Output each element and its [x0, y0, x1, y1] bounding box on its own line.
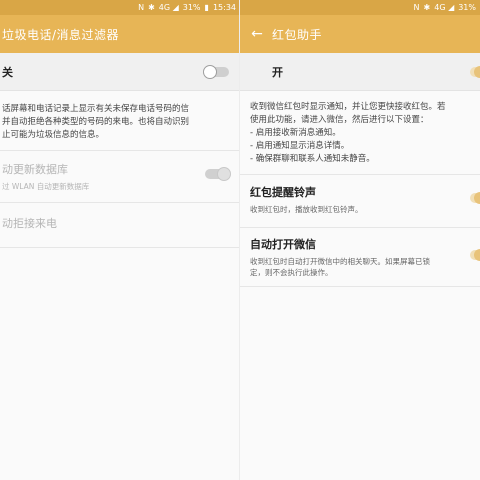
auto-open-switch[interactable]	[470, 249, 480, 261]
description-line: - 启用接收新消息通知。	[250, 128, 341, 138]
screen: N ✱ 4G ◢ 31% ▮ 15:34 垃圾电话/消息过滤器 关 话屏幕和电话…	[0, 0, 480, 480]
description-line: 话屏幕和电话记录上显示有关未保存电话号码的信	[2, 104, 190, 114]
switch-knob	[203, 65, 217, 79]
description-line: - 确保群聊和联系人通知未静音。	[250, 154, 375, 164]
master-toggle-row[interactable]: 开	[240, 53, 480, 91]
description-line: 并自动拒绝各种类型的号码的来电。也将自动识别	[2, 117, 190, 127]
description: 话屏幕和电话记录上显示有关未保存电话号码的信 并自动拒绝各种类型的号码的来电。也…	[0, 91, 240, 150]
auto-open-wechat-row[interactable]: 自动打开微信 收到红包时自动打开微信中的相关聊天。如果屏幕已锁 定，则不会执行此…	[240, 227, 480, 287]
auto-open-title: 自动打开微信	[250, 238, 316, 251]
ringtone-row[interactable]: 红包提醒铃声 收到红包时，播放收到红包铃声。	[240, 174, 480, 227]
battery-percent: 31%	[458, 3, 476, 12]
ringtone-title: 红包提醒铃声	[250, 186, 316, 199]
red-packet-assistant-screen: N ✱ 4G ◢ 31% ← 红包助手 开 收到微信红包时显示通知，并让您更快接…	[240, 0, 480, 480]
auto-open-subtitle: 收到红包时自动打开微信中的相关聊天。如果屏幕已锁 定，则不会执行此操作。	[250, 256, 480, 278]
auto-open-subtitle-line: 定，则不会执行此操作。	[250, 268, 333, 277]
battery-icon: ▮	[204, 3, 209, 12]
switch-knob	[474, 66, 480, 78]
auto-update-subtitle: 过 WLAN 自动更新数据库	[2, 182, 90, 191]
description-line: - 启用通知显示消息详情。	[250, 141, 350, 151]
back-arrow-icon[interactable]: ←	[242, 26, 272, 42]
status-bar: N ✱ 4G ◢ 31% ▮ 15:34	[0, 0, 240, 15]
status-bar: N ✱ 4G ◢ 31%	[240, 0, 480, 15]
spam-filter-screen: N ✱ 4G ◢ 31% ▮ 15:34 垃圾电话/消息过滤器 关 话屏幕和电话…	[0, 0, 240, 480]
signal-icon: 4G ◢	[434, 3, 455, 12]
description-line: 止可能为垃圾信息的信息。	[2, 130, 105, 140]
app-bar: 垃圾电话/消息过滤器	[0, 15, 240, 53]
switch-knob	[474, 192, 480, 204]
description: 收到微信红包时显示通知，并让您更快接收红包。若 使用此功能，请进入微信，然后进行…	[240, 91, 480, 174]
master-toggle-switch[interactable]	[470, 66, 480, 78]
wifi-icon: ✱	[423, 3, 431, 12]
master-toggle-label: 关	[2, 65, 13, 79]
page-title: 垃圾电话/消息过滤器	[2, 27, 120, 42]
master-toggle-label: 开	[272, 65, 283, 79]
master-toggle-row[interactable]: 关	[0, 53, 240, 91]
description-line: 使用此功能，请进入微信，然后进行以下设置：	[250, 115, 429, 125]
page-title: 红包助手	[272, 27, 323, 42]
app-bar: ← 红包助手	[240, 15, 480, 53]
nfc-icon: N	[138, 3, 145, 12]
description-line: 收到微信红包时显示通知，并让您更快接收红包。若	[250, 102, 446, 112]
signal-icon: 4G ◢	[158, 3, 179, 12]
auto-update-database-row[interactable]: 动更新数据库 过 WLAN 自动更新数据库	[0, 150, 240, 202]
ringtone-switch[interactable]	[470, 192, 480, 204]
auto-reject-calls-row[interactable]: 动拒接来电	[0, 202, 240, 248]
battery-percent: 31%	[182, 3, 201, 12]
clock: 15:34	[212, 3, 236, 12]
ringtone-subtitle: 收到红包时，播放收到红包铃声。	[250, 205, 363, 214]
master-toggle-switch[interactable]	[203, 65, 229, 79]
auto-update-switch[interactable]	[205, 167, 231, 181]
switch-knob	[474, 249, 480, 261]
switch-knob	[217, 167, 231, 181]
auto-reject-title: 动拒接来电	[2, 217, 57, 230]
wifi-icon: ✱	[148, 3, 155, 12]
nfc-icon: N	[413, 3, 420, 12]
auto-open-subtitle-line: 收到红包时自动打开微信中的相关聊天。如果屏幕已锁	[250, 257, 430, 266]
